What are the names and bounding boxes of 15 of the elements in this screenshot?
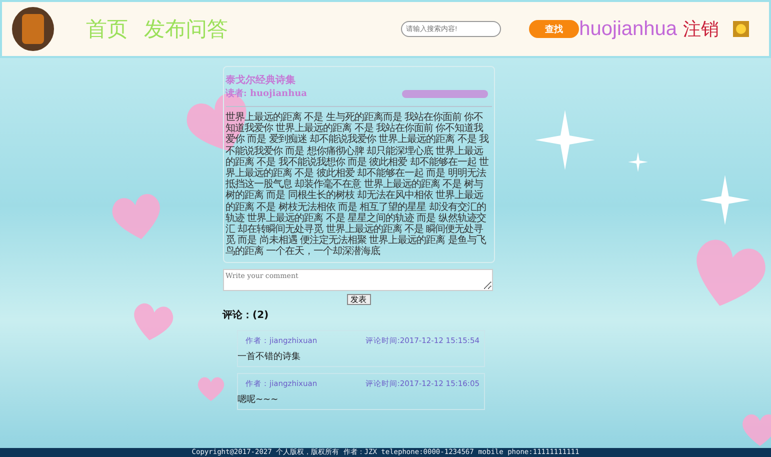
comment-text: 一首不错的诗集 [238,350,302,363]
logo-icon [10,6,56,52]
reader-label: 读者: huojianhua [226,87,308,100]
sparkle-drawing [535,110,595,170]
sparkle-drawing [628,152,648,172]
username-link[interactable]: huojianhua [579,18,677,40]
article-title: 泰戈尔经典诗集 [226,74,296,87]
sun-icon[interactable] [733,21,749,37]
comments-heading: 评论：(2) [222,308,270,322]
poem-text: 世界上最远的距离 不是 生与死的距离而是 我站在你面前 你不知道我爱你 世界上最远的距离 不是 我站在你面前 你不知道我爱你 而是 爱到痴迷 却不能说我爱你 世界上最远的距离 不是 我不能说我爱你 而是 想你痛彻心脾 却只能深埋心底 世界上最远的距离 不是 我不能说我想你 而是 彼此相爱 却不能够在一起 世界上最远的距离 不是 彼此相爱 却不能够在一起 而是 明明无法抵挡这一股气息 却装作毫不在意 世界上最远的距离 不是 树与树的距离 而是 同根生长的树枝 却无法在风中相依 世界上最远的距离 不是 树枝无法相依 而是 相互了望的星星 却没有交汇的轨迹 世界上最远的距离 不是 星星之间的轨迹 而是 纵然轨迹交汇 却在转瞬间无处寻觅 世界上最远的距离 不是 瞬间便无处寻觅 而是 尚未相遇 便注定无法相聚 世界上最远的距离 是鱼与飞鸟的距离 一个在天，一个却深潜海底 [226,112,490,258]
submit-button[interactable]: 发表 [346,294,370,305]
sparkle-drawing [700,175,750,225]
logout-link[interactable]: 注销 [683,17,719,41]
comment-text: 嗯呢~~~ [238,394,280,406]
search-button[interactable]: 查找 [529,20,580,38]
